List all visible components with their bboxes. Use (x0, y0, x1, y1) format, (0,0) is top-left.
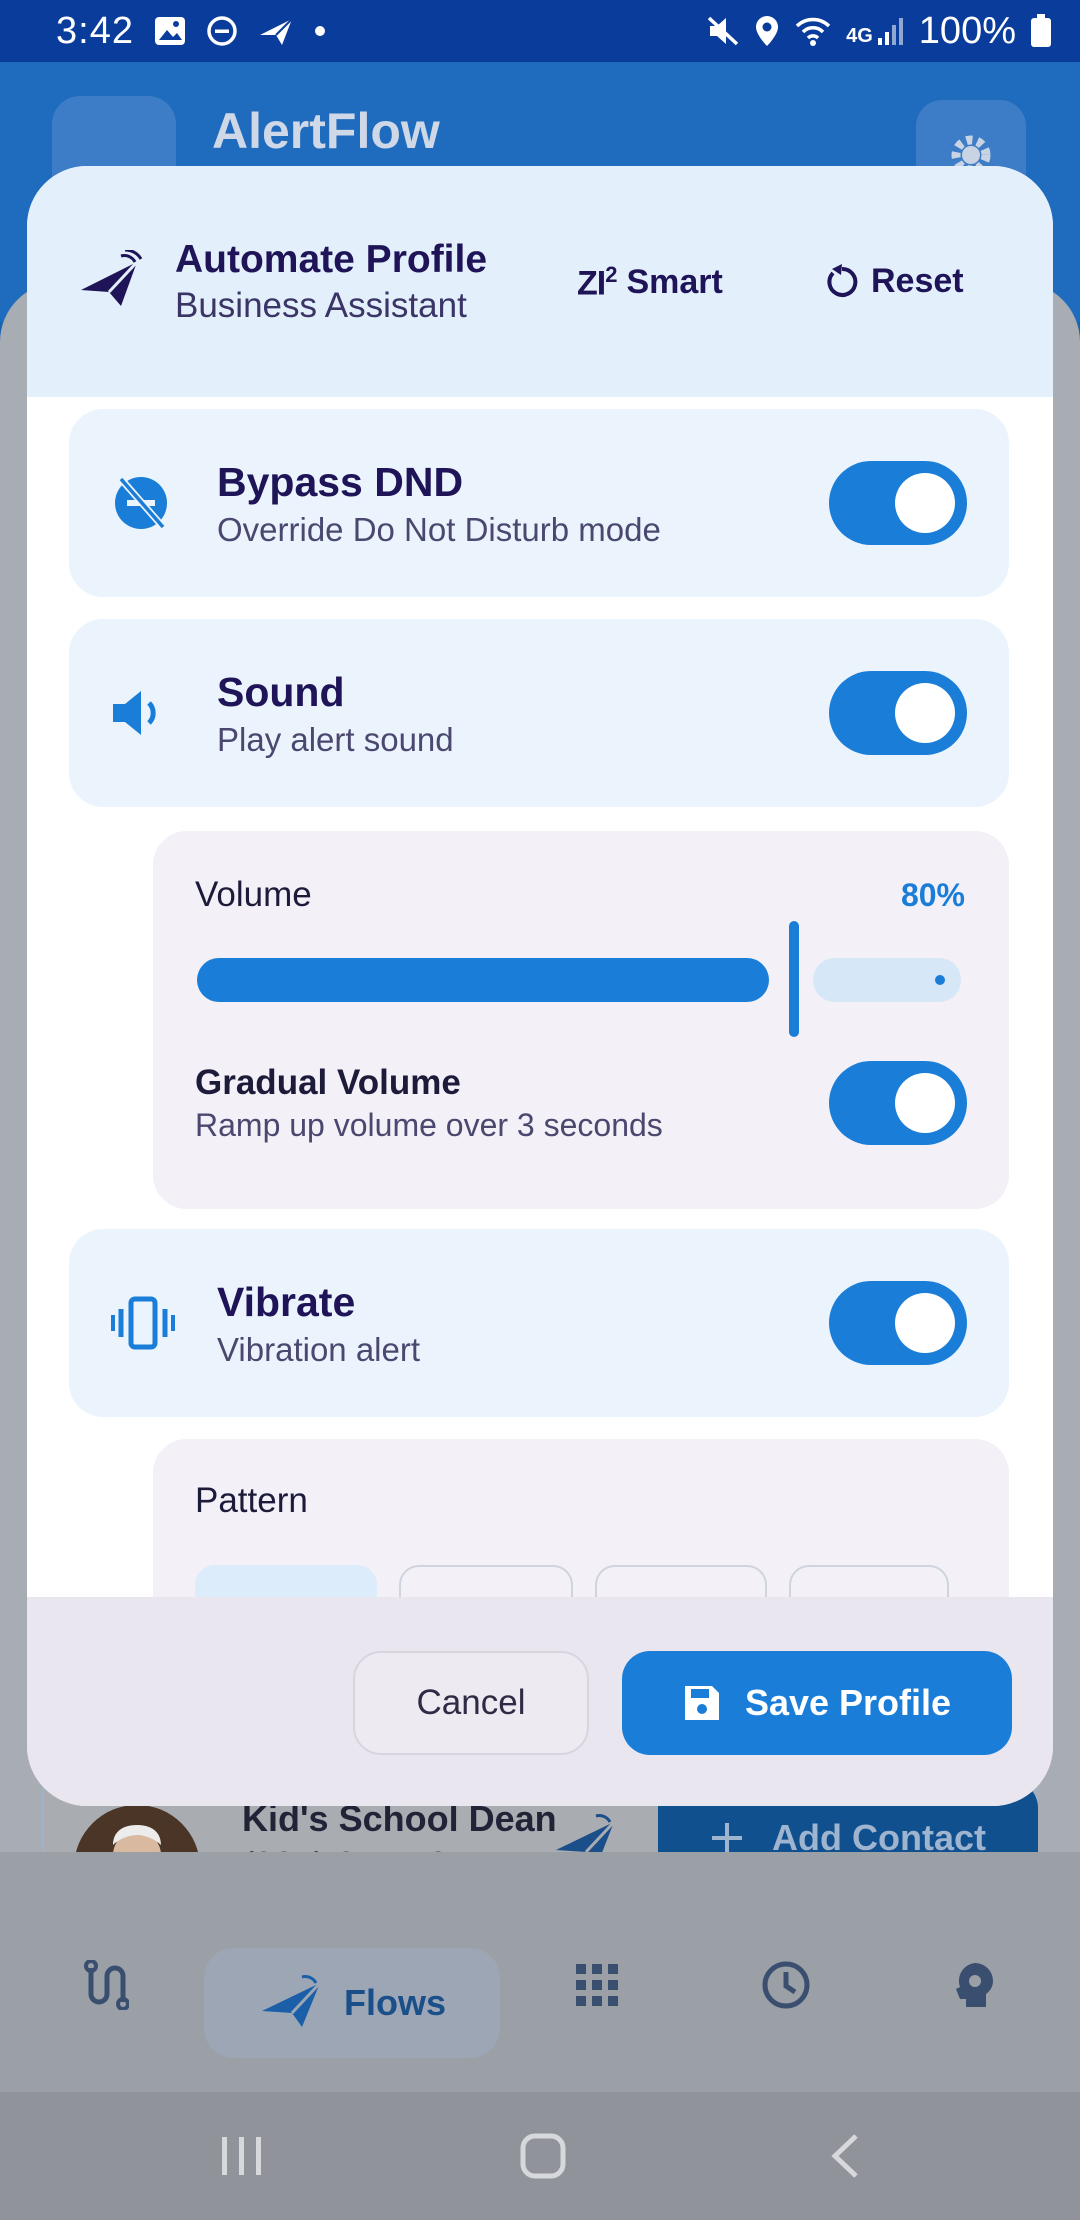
wifi-icon (794, 14, 832, 48)
cancel-button[interactable]: Cancel (353, 1651, 589, 1755)
vibrate-title: Vibrate (217, 1279, 356, 1325)
image-icon (154, 16, 186, 46)
save-label: Save Profile (744, 1682, 952, 1723)
system-nav-bar (0, 2092, 1080, 2220)
battery-icon (1030, 14, 1052, 48)
profile-settings-icon[interactable] (952, 1961, 998, 2009)
volume-value: 80% (900, 877, 965, 913)
sound-toggle[interactable] (829, 671, 967, 755)
reset-label: Reset (871, 262, 964, 300)
back-icon[interactable] (830, 2133, 860, 2179)
volume-label: Volume (195, 875, 312, 914)
gradual-volume-title: Gradual Volume (195, 1063, 461, 1102)
smart-button[interactable]: ZI2 Smart (577, 262, 723, 303)
toggle-knob (895, 1073, 955, 1133)
dnd-off-icon (111, 473, 171, 533)
mute-icon (706, 15, 740, 47)
vibrate-card: Vibrate Vibration alert (69, 1229, 1009, 1417)
toggle-knob (895, 473, 955, 533)
slider-active-track (197, 958, 769, 1002)
dialog-subtitle: Business Assistant (175, 286, 467, 325)
vibrate-icon (111, 1295, 175, 1351)
dialog-header: Automate Profile Business Assistant ZI2 … (27, 166, 1053, 397)
dot-icon (314, 25, 326, 37)
reset-icon (823, 263, 861, 301)
sound-title: Sound (217, 669, 345, 715)
bypass-dnd-card: Bypass DND Override Do Not Disturb mode (69, 409, 1009, 597)
pattern-option[interactable] (595, 1565, 767, 1597)
battery-percent: 100% (918, 9, 1016, 52)
save-icon (683, 1684, 721, 1722)
recents-icon[interactable] (220, 2135, 264, 2177)
save-profile-button[interactable]: Save Profile (622, 1651, 1012, 1755)
apps-grid-icon[interactable] (576, 1964, 618, 2006)
flows-icon (258, 1975, 324, 2031)
bypass-dnd-title: Bypass DND (217, 459, 464, 505)
toggle-knob (895, 683, 955, 743)
bottom-nav (0, 1852, 1080, 2092)
smart-label: Smart (626, 263, 723, 302)
smart-icon: ZI2 (577, 262, 617, 303)
gradual-volume-subtitle: Ramp up volume over 3 seconds (195, 1107, 663, 1143)
settings-list[interactable]: Bypass DND Override Do Not Disturb mode … (27, 397, 1053, 1597)
pattern-label: Pattern (195, 1481, 308, 1520)
bypass-dnd-toggle[interactable] (829, 461, 967, 545)
nav-flows-label: Flows (343, 1982, 446, 2023)
app-title: AlertFlow (212, 103, 440, 159)
speaker-icon (111, 688, 167, 738)
4g-signal-icon: 4G (846, 16, 905, 46)
slider-stop-indicator (935, 975, 945, 985)
sound-subtitle: Play alert sound (217, 721, 454, 758)
cancel-label: Cancel (416, 1683, 526, 1722)
plus-icon (710, 1821, 744, 1855)
pattern-option[interactable] (399, 1565, 573, 1597)
dialog-footer: Cancel Save Profile (27, 1597, 1053, 1806)
dnd-icon (206, 15, 238, 47)
sound-card: Sound Play alert sound (69, 619, 1009, 807)
pattern-option[interactable] (789, 1565, 949, 1597)
clock: 3:42 (56, 9, 134, 52)
vibrate-subtitle: Vibration alert (217, 1331, 421, 1368)
pattern-option[interactable] (195, 1565, 377, 1597)
nav-item-flows[interactable]: Flows (204, 1948, 500, 2058)
volume-panel: Volume 80% Gradual Volume Ramp up volume… (153, 831, 1009, 1209)
toggle-knob (895, 1293, 955, 1353)
routes-icon[interactable] (83, 1960, 129, 2010)
pattern-panel: Pattern (153, 1439, 1009, 1597)
paper-plane-icon (77, 250, 143, 310)
home-icon[interactable] (520, 2133, 566, 2179)
bypass-dnd-subtitle: Override Do Not Disturb mode (217, 511, 661, 548)
vibrate-toggle[interactable] (829, 1281, 967, 1365)
send-icon (258, 15, 294, 47)
history-icon[interactable] (761, 1960, 811, 2010)
reset-button[interactable]: Reset (823, 262, 964, 301)
status-bar: 3:42 4G 100% (0, 0, 1080, 62)
location-icon (754, 14, 780, 48)
dialog-title: Automate Profile (175, 238, 488, 281)
automate-profile-dialog: Automate Profile Business Assistant ZI2 … (27, 166, 1053, 1806)
gradual-volume-toggle[interactable] (829, 1061, 967, 1145)
slider-thumb[interactable] (789, 921, 799, 1037)
